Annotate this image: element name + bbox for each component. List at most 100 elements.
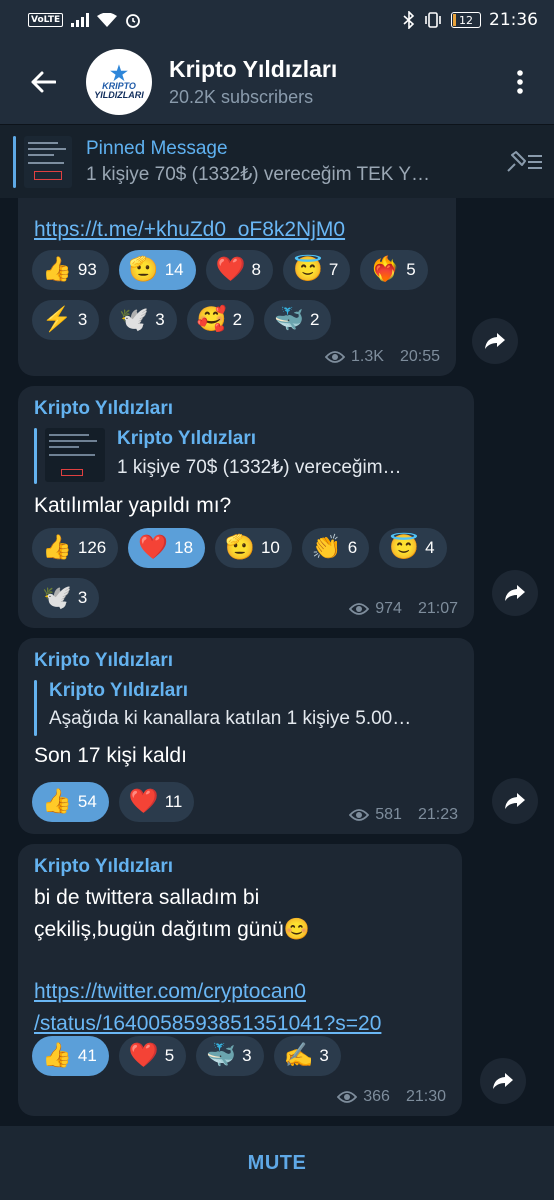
reaction-count: 10: [260, 538, 280, 557]
reaction-count: 8: [251, 260, 261, 279]
salute-icon: 🫡: [225, 534, 255, 561]
reply-thumbnail: [45, 428, 105, 482]
reply-preview[interactable]: Kripto Yıldızları 1 kişiye 70$ (1332₺) v…: [34, 428, 460, 484]
clapping-icon: 👏: [311, 534, 342, 561]
reaction-count: 2: [232, 310, 243, 329]
message-time: 21:07: [417, 600, 458, 617]
reaction-count: 3: [155, 310, 165, 329]
pinned-list-button[interactable]: [494, 149, 554, 175]
reaction-chip[interactable]: 🥰 2: [186, 300, 255, 340]
arrow-left-icon: [31, 71, 56, 93]
thumbs-up-icon: 👍: [42, 788, 72, 815]
alarm-icon: [126, 14, 141, 28]
share-button[interactable]: [492, 570, 538, 616]
message-bubble[interactable]: Kripto Yıldızları Kripto Yıldızları Aşağ…: [18, 638, 474, 834]
pinned-message-bar[interactable]: Pinned Message 1 kişiye 70$ (1332₺) vere…: [0, 124, 554, 198]
message-link[interactable]: https://twitter.com/cryptocan0: [34, 976, 454, 1008]
share-button[interactable]: [492, 778, 538, 824]
reaction-chip[interactable]: 🐳 2: [264, 300, 332, 340]
heart-icon: ❤️: [128, 1042, 159, 1069]
message-time: 21:30: [405, 1088, 446, 1105]
reaction-chip[interactable]: 😇 7: [282, 250, 351, 290]
smiling-hearts-icon: 🥰: [196, 306, 227, 333]
message-bubble[interactable]: Kripto Yıldızları Kripto Yıldızları 1 ki…: [18, 386, 474, 628]
message-author: Kripto Yıldızları: [34, 856, 174, 877]
message-text: Katılımlar yapıldı mı?: [34, 494, 232, 517]
reply-text: 1 kişiye 70$ (1332₺) vereceğim…: [117, 457, 402, 478]
channel-avatar[interactable]: ★ KRIPTO YILDIZLARI: [86, 49, 152, 115]
header-title-area[interactable]: Kripto Yıldızları 20.2K subscribers: [169, 56, 498, 108]
dove-icon: 🕊️: [119, 306, 150, 333]
vibrate-icon: [425, 12, 441, 28]
message-meta: 1.3K 20:55: [325, 348, 440, 366]
volte-icon: VoLTE: [28, 13, 64, 27]
bluetooth-icon: [403, 11, 415, 29]
share-button[interactable]: [472, 318, 518, 364]
message-bubble[interactable]: https://t.me/+khuZd0_oF8k2NjM0 👍 93 🫡 14 ❤…: [18, 198, 456, 376]
reaction-chip[interactable]: ❤️ 11: [118, 782, 195, 822]
reaction-count: 5: [406, 260, 416, 279]
message-meta: 366 21:30: [337, 1088, 446, 1106]
message-time: 20:55: [399, 348, 440, 365]
message-meta: 974 21:07: [349, 600, 458, 618]
share-button[interactable]: [480, 1058, 526, 1104]
reaction-chip[interactable]: 👏 6: [301, 528, 370, 568]
reaction-chip[interactable]: 👍 126: [32, 528, 119, 568]
reaction-chip[interactable]: ❤️‍🔥 5: [360, 250, 428, 290]
reaction-chip[interactable]: 🐳 3: [196, 1036, 264, 1076]
writing-hand-icon: ✍️: [283, 1042, 314, 1069]
reaction-count: 126: [77, 538, 107, 557]
reactions: 👍 93 🫡 14 ❤️ 8 😇 7 ❤️‍🔥 5 ⚡ 3 🕊️ 3 🥰 2 🐳 2: [32, 250, 452, 340]
halo-face-icon: 😇: [292, 256, 323, 283]
more-options-button[interactable]: [498, 40, 542, 124]
reaction-chip[interactable]: 🫡 14: [118, 250, 196, 290]
reply-preview[interactable]: Kripto Yıldızları Aşağıda ki kanallara k…: [34, 680, 460, 736]
reaction-count: 7: [328, 260, 339, 279]
reaction-chip[interactable]: 🫡 10: [215, 528, 292, 568]
battery-icon: 12: [451, 12, 481, 28]
reaction-chip[interactable]: ❤️ 8: [205, 250, 273, 290]
reaction-chip[interactable]: ✍️ 3: [273, 1036, 341, 1076]
reaction-count: 18: [174, 538, 194, 557]
thumbs-up-icon: 👍: [42, 1042, 72, 1069]
reaction-chip[interactable]: 🕊️ 3: [109, 300, 177, 340]
pinned-title: Pinned Message: [86, 137, 228, 159]
reaction-count: 6: [347, 538, 358, 557]
heart-icon: ❤️: [215, 256, 246, 283]
message-author: Kripto Yıldızları: [34, 650, 174, 671]
share-arrow-icon: [485, 333, 505, 349]
reaction-chip[interactable]: 😇 4: [379, 528, 447, 568]
channel-name: Kripto Yıldızları: [169, 56, 338, 82]
pin-list-icon: [507, 150, 542, 172]
heart-icon: ❤️: [138, 534, 169, 561]
reaction-chip[interactable]: 👍 93: [32, 250, 109, 290]
reaction-chip[interactable]: 👍 54: [32, 782, 109, 822]
reaction-chip[interactable]: ⚡ 3: [32, 300, 100, 340]
status-time: 21:36: [489, 10, 538, 30]
message-bubble[interactable]: Kripto Yıldızları bi de twittera salladı…: [18, 844, 462, 1116]
message-list[interactable]: https://t.me/+khuZd0_oF8k2NjM0 👍 93 🫡 14 ❤…: [0, 198, 554, 1126]
view-count: 974: [375, 600, 402, 617]
reaction-count: 2: [309, 310, 320, 329]
reaction-chip[interactable]: ❤️ 18: [128, 528, 206, 568]
reaction-count: 93: [77, 260, 97, 279]
whale-icon: 🐳: [206, 1042, 237, 1069]
reaction-count: 14: [164, 260, 184, 279]
mute-button[interactable]: MUTE: [248, 1152, 307, 1175]
back-button[interactable]: [0, 40, 86, 124]
reply-author: Kripto Yıldızları: [117, 428, 257, 449]
reactions: 👍 41 ❤️ 5 🐳 3 ✍️ 3: [32, 1036, 452, 1076]
reaction-chip[interactable]: ❤️ 5: [118, 1036, 187, 1076]
message-link[interactable]: https://t.me/+khuZd0_oF8k2NjM0: [34, 218, 345, 241]
message-text-line: çekiliş,bugün dağıtım günü😊: [34, 918, 310, 941]
bottom-bar: MUTE: [0, 1126, 554, 1200]
reaction-count: 5: [164, 1046, 175, 1065]
reply-author: Kripto Yıldızları: [49, 680, 189, 701]
heart-icon: ❤️: [128, 788, 159, 815]
reaction-chip[interactable]: 👍 41: [32, 1036, 109, 1076]
status-bar: VoLTE 12 21:36: [0, 0, 554, 40]
reply-text: Aşağıda ki kanallara katılan 1 kişiye 5.…: [49, 708, 412, 729]
reaction-chip[interactable]: 🕊️ 3: [32, 578, 100, 618]
kebab-menu-icon: [517, 70, 523, 94]
view-count: 366: [363, 1088, 390, 1105]
